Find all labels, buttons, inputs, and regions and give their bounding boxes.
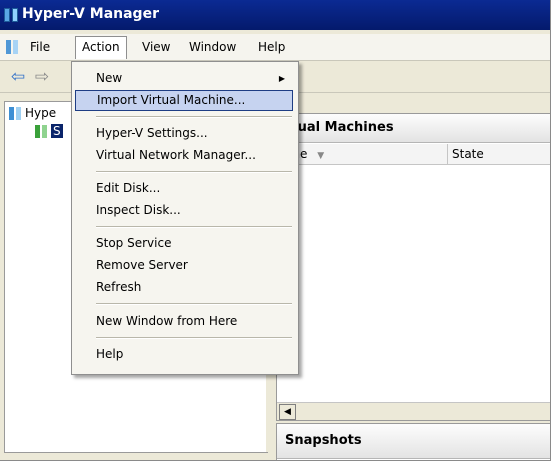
tree-root-node[interactable]: Hype — [9, 106, 56, 120]
menu-item-inspect-disk[interactable]: Inspect Disk... — [75, 200, 293, 221]
hyper-v-app-icon — [4, 8, 18, 22]
sort-descending-icon: ▼ — [317, 151, 325, 161]
back-arrow-icon[interactable]: ⇦ — [8, 68, 28, 86]
menu-bar: File Action View Window Help — [0, 34, 550, 61]
menu-item-help[interactable]: Help — [75, 344, 293, 365]
menu-separator — [96, 303, 292, 305]
results-pane: rtual Machines ame ▼ State ◀ Snapshots — [272, 101, 550, 460]
snapshots-header: Snapshots — [277, 424, 550, 459]
title-bar[interactable]: Hyper-V Manager — [0, 0, 550, 30]
virtual-machines-panel: rtual Machines ame ▼ State ◀ — [276, 113, 550, 421]
horizontal-scrollbar[interactable]: ◀ — [277, 402, 550, 420]
forward-arrow-icon[interactable]: ⇨ — [32, 68, 52, 86]
menu-file[interactable]: File — [24, 37, 56, 57]
column-header-name[interactable]: ame ▼ — [277, 144, 448, 165]
tree-server-label: S — [51, 124, 63, 138]
menu-action[interactable]: Action — [75, 36, 127, 59]
action-menu-dropdown: New ▶ Import Virtual Machine... Hyper-V … — [71, 61, 299, 375]
tree-root-label: Hype — [25, 106, 57, 120]
menu-separator — [96, 226, 292, 228]
menu-item-new-label: New — [96, 71, 123, 85]
menu-separator — [96, 116, 292, 118]
menu-separator — [96, 337, 292, 339]
menu-item-hyper-v-settings[interactable]: Hyper-V Settings... — [75, 123, 293, 144]
menu-item-import-virtual-machine[interactable]: Import Virtual Machine... — [75, 90, 293, 111]
window-title: Hyper-V Manager — [22, 6, 159, 22]
submenu-arrow-icon: ▶ — [278, 74, 285, 83]
menu-separator — [96, 171, 292, 173]
hyper-v-manager-icon — [9, 107, 22, 120]
virtual-machines-header: rtual Machines — [277, 114, 550, 143]
tree-server-node[interactable]: S — [35, 124, 63, 138]
menu-help[interactable]: Help — [252, 37, 291, 57]
menu-view[interactable]: View — [136, 37, 176, 57]
menu-item-stop-service[interactable]: Stop Service — [75, 233, 293, 254]
server-icon — [35, 125, 48, 138]
menu-item-remove-server[interactable]: Remove Server — [75, 255, 293, 276]
menu-item-refresh[interactable]: Refresh — [75, 277, 293, 298]
scroll-left-icon[interactable]: ◀ — [279, 404, 296, 420]
snapshots-panel: Snapshots — [276, 423, 550, 460]
menu-item-edit-disk[interactable]: Edit Disk... — [75, 178, 293, 199]
menu-item-virtual-network-manager[interactable]: Virtual Network Manager... — [75, 145, 293, 166]
menu-window[interactable]: Window — [183, 37, 242, 57]
console-icon[interactable] — [6, 40, 20, 54]
menu-item-new[interactable]: New ▶ — [75, 68, 293, 89]
column-header-state[interactable]: State — [448, 144, 550, 165]
menu-item-new-window-from-here[interactable]: New Window from Here — [75, 311, 293, 332]
